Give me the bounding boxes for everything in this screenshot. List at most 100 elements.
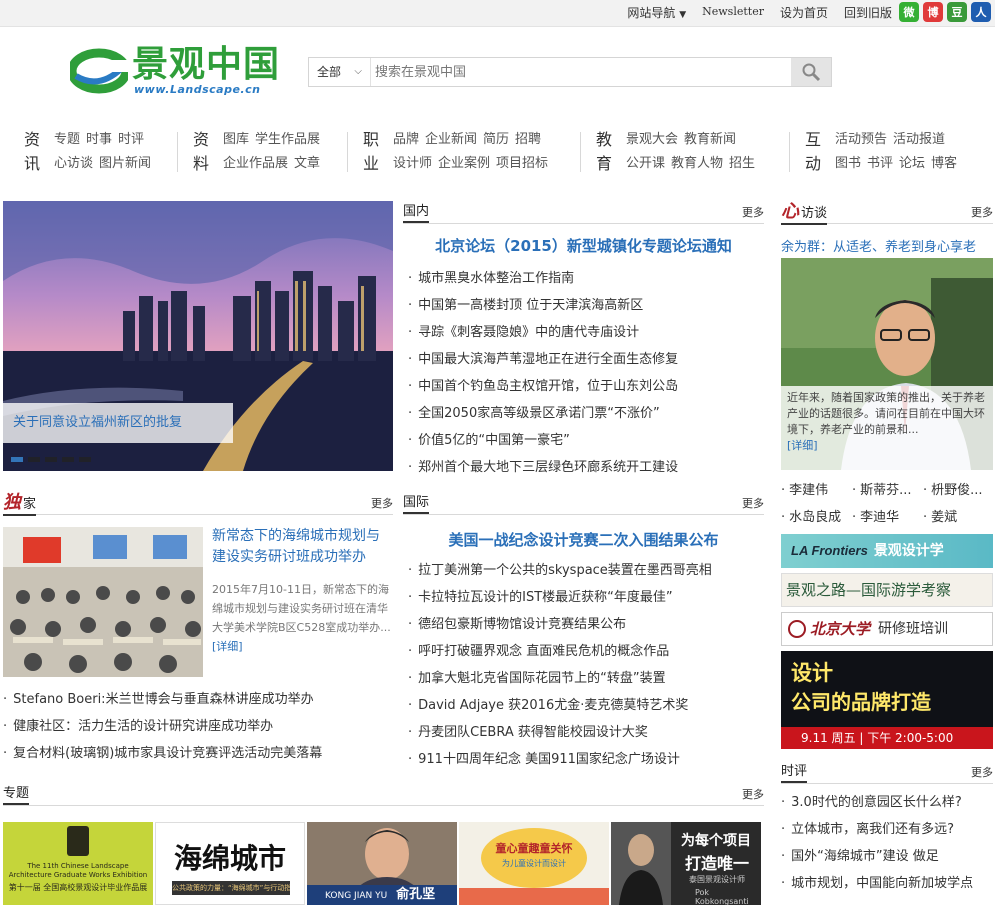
list-item[interactable]: 国外“海绵城市”建设 做足 (781, 843, 993, 870)
international-headline[interactable]: 美国一战纪念设计竞赛二次入围结果公布 (403, 529, 764, 550)
nav-link[interactable]: 时评 (118, 132, 144, 147)
more-link[interactable]: 更多 (742, 495, 764, 511)
interviewee-link[interactable]: 斯蒂芬... (852, 479, 923, 498)
list-item[interactable]: 郑州首个最大地下三层绿色环廊系统开工建设 (408, 454, 764, 481)
renren-icon[interactable]: 人 (971, 2, 991, 22)
nav-link[interactable]: 品牌 (393, 132, 419, 147)
la-frontiers-banner[interactable]: LA Frontiers 景观设计学 (781, 534, 993, 568)
more-link[interactable]: 更多 (371, 495, 393, 511)
nav-link[interactable]: 公开课 (626, 156, 665, 171)
design-branding-banner[interactable]: 设计 公司的品牌打造 9.11 周五 | 下午 2:00-5:00 (781, 651, 993, 749)
exclusive-feature-title[interactable]: 新常态下的海绵城市规划与建设实务研讨班成功举办 (212, 526, 392, 568)
site-logo[interactable]: 景观中国 www.Landscape.cn (70, 44, 282, 100)
list-item[interactable]: 卡拉特拉瓦设计的IST楼最近获称“年度最佳” (408, 584, 764, 611)
site-nav-link[interactable]: 网站导航 ▼ (627, 4, 686, 21)
list-item[interactable]: 中国首个钓鱼岛主权馆开馆，位于山东刘公岛 (408, 373, 764, 400)
topic-unique-project[interactable]: 为每个项目 打造唯一 泰国景观设计师 Pok Kobkongsanti (611, 822, 761, 905)
nav-link[interactable]: 书评 (867, 156, 893, 171)
hero-dot[interactable] (45, 457, 57, 462)
list-item[interactable]: David Adjaye 获2016尤金·麦克德莫特艺术奖 (408, 692, 764, 719)
nav-group-label[interactable]: 互动 (805, 128, 823, 176)
nav-link[interactable]: 教育人物 (671, 156, 723, 171)
list-item[interactable]: 德绍包豪斯博物馆设计竞赛结果公布 (408, 611, 764, 638)
nav-link[interactable]: 博客 (931, 156, 957, 171)
old-version-link[interactable]: 回到旧版 (844, 4, 892, 21)
list-item[interactable]: 3.0时代的创意园区长什么样? (781, 789, 993, 816)
search-scope-select[interactable]: 全部 ⌵ (309, 58, 371, 86)
topic-kongjian-yu[interactable]: KONG JIAN YU 俞孔坚 (307, 822, 457, 905)
nav-link[interactable]: 景观大会 (626, 132, 678, 147)
detail-link[interactable]: [详细] (787, 439, 818, 452)
nav-group-label[interactable]: 资料 (193, 128, 211, 176)
list-item[interactable]: 城市黑臭水体整治工作指南 (408, 265, 764, 292)
interview-feature-title[interactable]: 余为群：从适老、养老到身心享老 (781, 236, 993, 255)
douban-icon[interactable]: 豆 (947, 2, 967, 22)
nav-link[interactable]: 活动预告 (835, 132, 887, 147)
nav-link[interactable]: 时事 (86, 132, 112, 147)
interviewee-link[interactable]: 枡野俊... (923, 479, 994, 498)
nav-link[interactable]: 图片新闻 (99, 156, 151, 171)
hero-dot[interactable] (62, 457, 74, 462)
search-button[interactable] (791, 58, 831, 86)
more-link[interactable]: 更多 (971, 204, 993, 220)
pku-training-banner[interactable]: 北京大学 研修班培训 (781, 612, 993, 646)
hero-dot[interactable] (28, 457, 40, 462)
study-tour-banner[interactable]: 景观之路—国际游学考察 (781, 573, 993, 607)
nav-link[interactable]: 招聘 (515, 132, 541, 147)
list-item[interactable]: 呼吁打破疆界观念 直面难民危机的概念作品 (408, 638, 764, 665)
nav-link[interactable]: 企业案例 (438, 156, 490, 171)
list-item[interactable]: 拉丁美洲第一个公共的skyspace装置在墨西哥亮相 (408, 557, 764, 584)
interviewee-link[interactable]: 水岛良成 (781, 506, 852, 525)
list-item[interactable]: 城市规划，中国能向新加坡学点 (781, 870, 993, 897)
interview-photo[interactable]: 近年来，随着国家政策的推出，关于养老产业的话题很多。请问在目前在中国大环境下，养… (781, 258, 993, 470)
more-link[interactable]: 更多 (742, 786, 764, 802)
hero-dot[interactable] (11, 457, 23, 462)
nav-link[interactable]: 论坛 (899, 156, 925, 171)
wechat-icon[interactable]: 微 (899, 2, 919, 22)
list-item[interactable]: 立体城市，离我们还有多远? (781, 816, 993, 843)
topic-sponge-city[interactable]: 海绵城市 公共政策的力量：“海绵城市”与行动指南 (155, 822, 305, 905)
list-item[interactable]: 加拿大魁北克省国际花园节上的“转盘”装置 (408, 665, 764, 692)
list-item[interactable]: 复合材料(玻璃钢)城市家具设计竞赛评选活动完美落幕 (3, 740, 396, 767)
interviewee-link[interactable]: 姜斌 (923, 506, 994, 525)
nav-link[interactable]: 招生 (729, 156, 755, 171)
list-item[interactable]: Stefano Boeri:米兰世博会与垂直森林讲座成功举办 (3, 686, 396, 713)
weibo-icon[interactable]: 博 (923, 2, 943, 22)
detail-link[interactable]: [详细] (212, 640, 243, 653)
list-item[interactable]: 911十四周年纪念 美国911国家纪念广场设计 (408, 746, 764, 773)
set-home-link[interactable]: 设为首页 (780, 4, 828, 21)
domestic-headline[interactable]: 北京论坛（2015）新型城镇化专题论坛通知 (403, 235, 764, 256)
nav-link[interactable]: 专题 (54, 132, 80, 147)
list-item[interactable]: 寻踪《刺客聂隐娘》中的唐代寺庙设计 (408, 319, 764, 346)
nav-link[interactable]: 图库 (223, 132, 249, 147)
more-link[interactable]: 更多 (742, 204, 764, 220)
hero-dot[interactable] (79, 457, 91, 462)
nav-link[interactable]: 简历 (483, 132, 509, 147)
nav-link[interactable]: 企业作品展 (223, 156, 288, 171)
nav-group-label[interactable]: 资讯 (24, 128, 42, 176)
list-item[interactable]: 中国第一高楼封顶 位于天津滨海高新区 (408, 292, 764, 319)
exclusive-thumbnail[interactable] (3, 527, 203, 677)
nav-link[interactable]: 心访谈 (54, 156, 93, 171)
interviewee-link[interactable]: 李迪华 (852, 506, 923, 525)
search-input[interactable] (373, 60, 787, 84)
nav-link[interactable]: 学生作品展 (255, 132, 320, 147)
nav-link[interactable]: 文章 (294, 156, 320, 171)
nav-link[interactable]: 图书 (835, 156, 861, 171)
more-link[interactable]: 更多 (971, 764, 993, 780)
hero-caption[interactable]: 关于同意设立福州新区的批复 (3, 403, 233, 443)
nav-link[interactable]: 项目招标 (496, 156, 548, 171)
list-item[interactable]: 全国2050家高等级景区承诺门票“不涨价” (408, 400, 764, 427)
nav-link[interactable]: 企业新闻 (425, 132, 477, 147)
nav-link[interactable]: 教育新闻 (684, 132, 736, 147)
list-item[interactable]: 健康社区：活力生活的设计研究讲座成功举办 (3, 713, 396, 740)
nav-group-label[interactable]: 教育 (596, 128, 614, 176)
nav-group-label[interactable]: 职业 (363, 128, 381, 176)
list-item[interactable]: 中国最大滨海芦苇湿地正在进行全面生态修复 (408, 346, 764, 373)
interviewee-link[interactable]: 李建伟 (781, 479, 852, 498)
topic-graduate-exhibition[interactable]: The 11th Chinese Landscape Architecture … (3, 822, 153, 905)
list-item[interactable]: 价值5亿的“中国第一豪宅” (408, 427, 764, 454)
nav-link[interactable]: 活动报道 (893, 132, 945, 147)
nav-link[interactable]: 设计师 (393, 156, 432, 171)
list-item[interactable]: 丹麦团队CEBRA 获得智能校园设计大奖 (408, 719, 764, 746)
